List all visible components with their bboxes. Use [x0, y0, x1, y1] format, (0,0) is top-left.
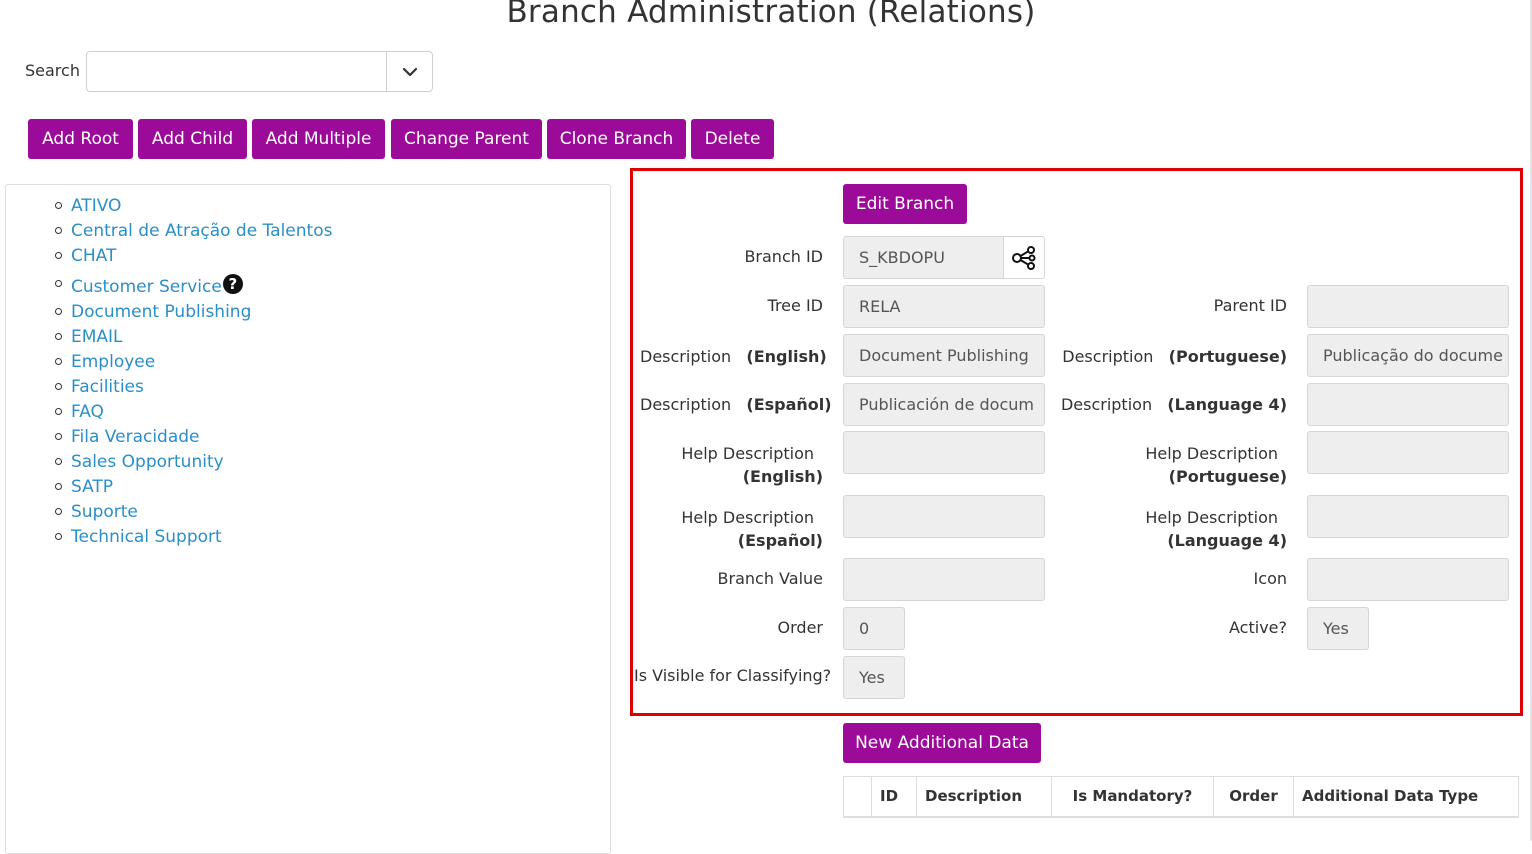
- help-description-espanol-field[interactable]: [843, 495, 1045, 538]
- description-english-field[interactable]: Document Publishing: [843, 334, 1045, 377]
- tree-item-label[interactable]: Sales Opportunity: [71, 452, 224, 472]
- bullet-icon: [55, 252, 62, 259]
- help-description-language4-field[interactable]: [1307, 495, 1509, 538]
- tree-item-label[interactable]: Facilities: [71, 377, 144, 397]
- help-description-english-label: Help Description (English): [681, 444, 823, 486]
- table-header-select[interactable]: [844, 777, 872, 816]
- clone-branch-button[interactable]: Clone Branch: [547, 119, 686, 159]
- branch-id-field[interactable]: S_KBDOPU: [843, 236, 1004, 279]
- description-espanol-label: Description (Español): [640, 395, 832, 414]
- help-description-portuguese-field[interactable]: [1307, 431, 1509, 474]
- tree-item[interactable]: Central de Atração de Talentos: [54, 218, 332, 243]
- table-header-id[interactable]: ID: [872, 777, 917, 816]
- bullet-icon: [55, 408, 62, 415]
- tree-id-label: Tree ID: [767, 296, 823, 315]
- parent-id-label: Parent ID: [1213, 296, 1287, 315]
- tree-item[interactable]: EMAIL: [54, 324, 332, 349]
- tree-item-label[interactable]: ATIVO: [71, 196, 121, 216]
- chevron-down-icon[interactable]: [400, 62, 420, 82]
- bullet-icon: [55, 433, 62, 440]
- bullet-icon: [55, 333, 62, 340]
- search-divider: [386, 52, 387, 91]
- bullet-icon: [55, 280, 62, 287]
- description-language4-field[interactable]: [1307, 383, 1509, 426]
- order-field[interactable]: 0: [843, 607, 905, 650]
- branch-tree-panel: ATIVO Central de Atração de Talentos CHA…: [5, 184, 611, 854]
- branch-id-label: Branch ID: [744, 247, 823, 266]
- tree-item-label[interactable]: Document Publishing: [71, 302, 251, 322]
- tree-item[interactable]: Document Publishing: [54, 299, 332, 324]
- tree-item-label[interactable]: SATP: [71, 477, 113, 497]
- help-description-espanol-label: Help Description (Español): [681, 508, 823, 550]
- description-espanol-field[interactable]: Publicación de docum: [843, 383, 1045, 426]
- tree-item-label[interactable]: Central de Atração de Talentos: [71, 221, 332, 241]
- help-description-english-field[interactable]: [843, 431, 1045, 474]
- bullet-icon: [55, 483, 62, 490]
- table-header-additional-data-type[interactable]: Additional Data Type: [1294, 777, 1518, 816]
- help-icon[interactable]: ?: [222, 274, 243, 294]
- tree-item-label[interactable]: Suporte: [71, 502, 138, 522]
- bullet-icon: [55, 358, 62, 365]
- description-english-label: Description (English): [640, 347, 827, 366]
- new-additional-data-button[interactable]: New Additional Data: [843, 723, 1041, 763]
- active-field[interactable]: Yes: [1307, 607, 1369, 650]
- description-portuguese-label: Description (Portuguese): [1062, 347, 1287, 366]
- add-root-button[interactable]: Add Root: [28, 119, 133, 159]
- description-portuguese-field[interactable]: Publicação do docume: [1307, 334, 1509, 377]
- active-label: Active?: [1229, 618, 1287, 637]
- help-description-portuguese-label: Help Description (Portuguese): [1145, 444, 1287, 486]
- tree-item-label[interactable]: CHAT: [71, 246, 116, 266]
- table-header-order[interactable]: Order: [1214, 777, 1294, 816]
- bullet-icon: [55, 508, 62, 515]
- branch-value-field[interactable]: [843, 558, 1045, 601]
- tree-item[interactable]: SATP: [54, 474, 332, 499]
- tree-item-label[interactable]: Technical Support: [71, 527, 222, 547]
- tree-item-label[interactable]: FAQ: [71, 402, 104, 422]
- tree-item[interactable]: Facilities: [54, 374, 332, 399]
- tree-item-label[interactable]: Employee: [71, 352, 155, 372]
- table-header-description[interactable]: Description: [917, 777, 1052, 816]
- bullet-icon: [55, 202, 62, 209]
- tree-item[interactable]: Suporte: [54, 499, 332, 524]
- icon-label: Icon: [1253, 569, 1287, 588]
- bullet-icon: [55, 533, 62, 540]
- bullet-icon: [55, 383, 62, 390]
- tree-item[interactable]: ATIVO: [54, 193, 332, 218]
- tree-item-label[interactable]: EMAIL: [71, 327, 123, 347]
- tree-item[interactable]: Customer Service?: [54, 268, 332, 299]
- visible-for-classifying-label: Is Visible for Classifying?: [634, 666, 832, 685]
- tree-item[interactable]: Sales Opportunity: [54, 449, 332, 474]
- icon-field[interactable]: [1307, 558, 1509, 601]
- branch-value-label: Branch Value: [717, 569, 823, 588]
- order-label: Order: [777, 618, 823, 637]
- tree-item[interactable]: FAQ: [54, 399, 332, 424]
- share-nodes-button[interactable]: [1003, 236, 1045, 279]
- change-parent-button[interactable]: Change Parent: [391, 119, 542, 159]
- tree-item[interactable]: Employee: [54, 349, 332, 374]
- add-child-button[interactable]: Add Child: [138, 119, 247, 159]
- share-nodes-icon: [1012, 245, 1036, 270]
- delete-button[interactable]: Delete: [691, 119, 774, 159]
- edit-branch-button[interactable]: Edit Branch: [843, 184, 967, 224]
- tree-item-label[interactable]: Fila Veracidade: [71, 427, 200, 447]
- page-title: Branch Administration (Relations): [506, 0, 1036, 30]
- visible-for-classifying-field[interactable]: Yes: [843, 656, 905, 699]
- bullet-icon: [55, 227, 62, 234]
- tree-item-label[interactable]: Customer Service: [71, 277, 222, 297]
- tree-item[interactable]: CHAT: [54, 243, 332, 268]
- additional-data-table: ID Description Is Mandatory? Order Addit…: [843, 776, 1519, 818]
- branch-tree: ATIVO Central de Atração de Talentos CHA…: [54, 193, 332, 549]
- add-multiple-button[interactable]: Add Multiple: [252, 119, 385, 159]
- bullet-icon: [55, 458, 62, 465]
- table-header-is-mandatory[interactable]: Is Mandatory?: [1052, 777, 1214, 816]
- search-label: Search: [25, 61, 80, 80]
- help-description-language4-label: Help Description (Language 4): [1145, 508, 1287, 550]
- tree-item[interactable]: Technical Support: [54, 524, 332, 549]
- parent-id-field[interactable]: [1307, 285, 1509, 328]
- description-language4-label: Description (Language 4): [1060, 395, 1287, 414]
- tree-id-field[interactable]: RELA: [843, 285, 1045, 328]
- tree-item[interactable]: Fila Veracidade: [54, 424, 332, 449]
- bullet-icon: [55, 308, 62, 315]
- search-select[interactable]: [86, 51, 433, 92]
